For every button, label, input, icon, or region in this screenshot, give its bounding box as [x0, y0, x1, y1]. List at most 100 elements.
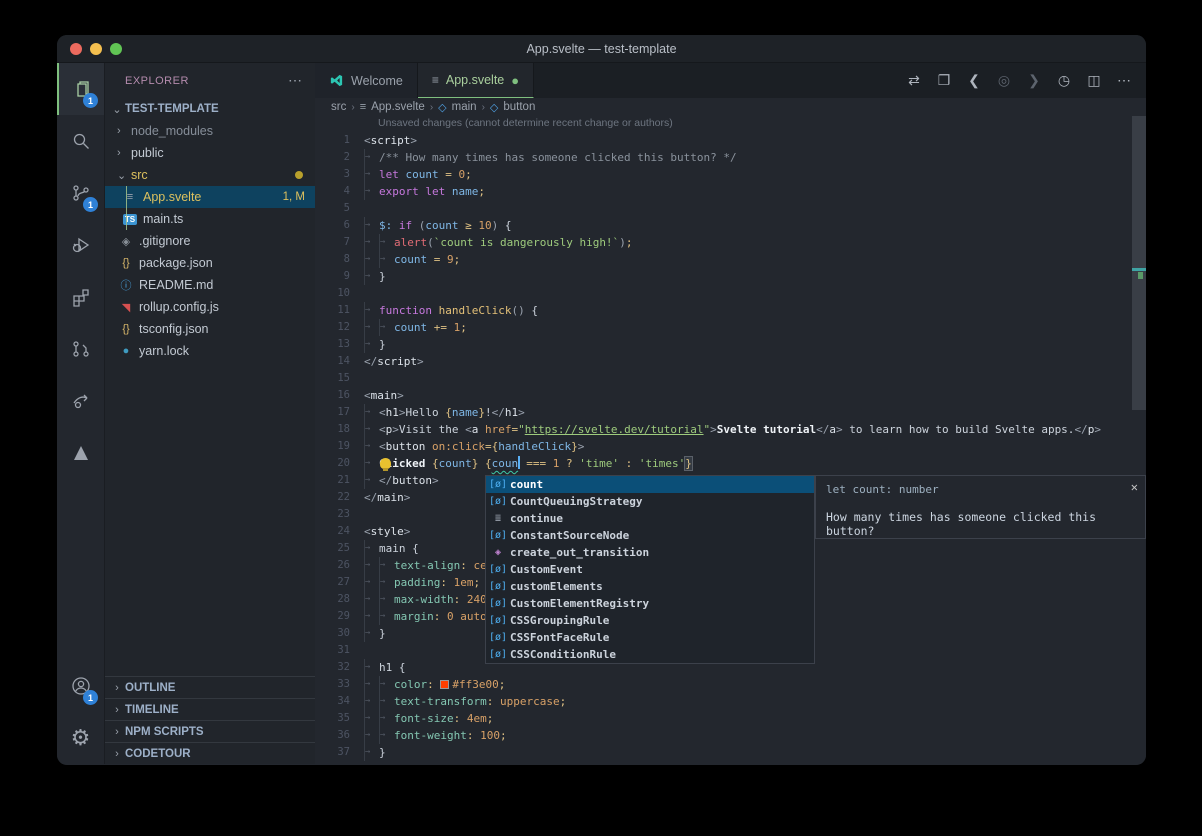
project-section-header[interactable]: ⌄ TEST-TEMPLATE [105, 98, 315, 120]
file-item-public[interactable]: ›public [105, 142, 315, 164]
suggest-item-continue[interactable]: ≣continue [486, 510, 814, 527]
code-line-36[interactable]: 36→→font-weight: 100; [315, 727, 1132, 744]
breadcrumb-item-main[interactable]: main [452, 101, 477, 113]
current-position-icon[interactable]: ◎ [994, 72, 1014, 89]
file-item-main-ts[interactable]: TSmain.ts [105, 208, 315, 230]
file-label: yarn.lock [139, 344, 189, 358]
suggest-item-create_out_transition[interactable]: ◈create_out_transition [486, 544, 814, 561]
close-window-button[interactable] [70, 43, 82, 55]
code-line-9[interactable]: 9→} [315, 268, 1132, 285]
code-line-16[interactable]: 16<main> [315, 387, 1132, 404]
suggest-item-cssconditionrule[interactable]: [ø]CSSConditionRule [486, 646, 814, 663]
code-line-19[interactable]: 19→<button on:click={handleClick}> [315, 438, 1132, 455]
close-icon[interactable]: ✕ [1131, 480, 1138, 494]
breadcrumb[interactable]: src›≡App.svelte›◇main›◇button [315, 98, 1146, 116]
suggest-item-count[interactable]: [ø]count [486, 476, 814, 493]
code-line-34[interactable]: 34→→text-transform: uppercase; [315, 693, 1132, 710]
line-number: 25 [315, 540, 364, 557]
navigate-forward-icon[interactable]: ❯ [1024, 72, 1044, 89]
codelens-message[interactable]: Unsaved changes (cannot determine recent… [378, 117, 673, 129]
section-outline[interactable]: ›OUTLINE [105, 676, 315, 698]
code-editor[interactable]: Unsaved changes (cannot determine recent… [315, 116, 1146, 764]
file-item-yarn-lock[interactable]: ●yarn.lock [105, 340, 315, 362]
variable-icon: [ø] [486, 561, 510, 578]
activity-explorer-icon[interactable]: 1 [57, 63, 104, 115]
explorer-actions-icon[interactable]: ⋯ [288, 72, 303, 89]
line-content: <main> [364, 387, 1132, 404]
line-content: <script> [364, 132, 1132, 149]
code-line-18[interactable]: 18→<p>Visit the <a href="https://svelte.… [315, 421, 1132, 438]
section-codetour[interactable]: ›CODETOUR [105, 742, 315, 764]
badge: 1 [83, 197, 98, 212]
code-line-33[interactable]: 33→→color: #ff3e00; [315, 676, 1132, 693]
code-line-20[interactable]: 20→Clicked {count} {coun === 1 ? 'time' … [315, 455, 1132, 472]
line-number: 4 [315, 183, 364, 200]
code-line-2[interactable]: 2→/** How many times has someone clicked… [315, 149, 1132, 166]
file-item--gitignore[interactable]: ◈.gitignore [105, 230, 315, 252]
code-line-10[interactable]: 10 [315, 285, 1132, 302]
navigate-back-icon[interactable]: ❮ [964, 72, 984, 89]
suggest-item-cssfontfacerule[interactable]: [ø]CSSFontFaceRule [486, 629, 814, 646]
file-item-tsconfig-json[interactable]: {}tsconfig.json [105, 318, 315, 340]
activity-github-pr-icon[interactable] [57, 323, 104, 375]
cube-icon: ◇ [438, 101, 446, 114]
run-timer-icon[interactable]: ◷ [1054, 72, 1074, 89]
code-line-6[interactable]: 6→$: if (count ≥ 10) { [315, 217, 1132, 234]
code-line-15[interactable]: 15 [315, 370, 1132, 387]
overview-ruler-change-mark [1138, 272, 1143, 279]
activity-azure-icon[interactable] [57, 427, 104, 479]
split-editor-icon[interactable]: ◫ [1084, 72, 1104, 89]
file-item-readme-md[interactable]: ⓘREADME.md [105, 274, 315, 296]
activity-live-share-icon[interactable] [57, 375, 104, 427]
file-item-app-svelte[interactable]: ≡App.svelte1, M [105, 186, 315, 208]
code-line-5[interactable]: 5 [315, 200, 1132, 217]
breadcrumb-item-app-svelte[interactable]: App.svelte [371, 101, 425, 113]
activity-settings-gear-icon[interactable]: ⚙ [57, 712, 104, 764]
activity-run-debug-icon[interactable] [57, 219, 104, 271]
title-bar[interactable]: App.svelte — test-template [57, 35, 1146, 63]
code-line-35[interactable]: 35→→font-size: 4em; [315, 710, 1132, 727]
suggest-item-customelementregistry[interactable]: [ø]CustomElementRegistry [486, 595, 814, 612]
code-line-14[interactable]: 14</script> [315, 353, 1132, 370]
open-changes-icon[interactable]: ⇄ [904, 72, 924, 89]
suggest-item-customevent[interactable]: [ø]CustomEvent [486, 561, 814, 578]
breadcrumb-item-button[interactable]: button [503, 101, 535, 113]
file-item-node-modules[interactable]: ›node_modules [105, 120, 315, 142]
breadcrumb-item-src[interactable]: src [331, 101, 346, 113]
tab-welcome[interactable]: Welcome [315, 63, 418, 98]
file-label: App.svelte [143, 190, 201, 204]
activity-accounts-icon[interactable]: 1 [57, 660, 104, 712]
variable-icon: [ø] [486, 646, 510, 663]
suggest-item-customelements[interactable]: [ø]customElements [486, 578, 814, 595]
file-item-rollup-config-js[interactable]: ◥rollup.config.js [105, 296, 315, 318]
suggest-item-constantsourcenode[interactable]: [ø]ConstantSourceNode [486, 527, 814, 544]
lightbulb-icon[interactable] [380, 458, 391, 469]
activity-extensions-icon[interactable] [57, 271, 104, 323]
code-line-17[interactable]: 17→<h1>Hello {name}!</h1> [315, 404, 1132, 421]
line-number: 28 [315, 591, 364, 608]
minimize-window-button[interactable] [90, 43, 102, 55]
activity-source-control-icon[interactable]: 1 [57, 167, 104, 219]
editor-scrollbar[interactable] [1132, 116, 1146, 410]
code-line-37[interactable]: 37→} [315, 744, 1132, 761]
open-preview-icon[interactable]: ❐ [934, 72, 954, 89]
section-timeline[interactable]: ›TIMELINE [105, 698, 315, 720]
suggest-item-cssgroupingrule[interactable]: [ø]CSSGroupingRule [486, 612, 814, 629]
suggest-item-countqueuingstrategy[interactable]: [ø]CountQueuingStrategy [486, 493, 814, 510]
code-line-12[interactable]: 12→→count += 1; [315, 319, 1132, 336]
activity-search-icon[interactable] [57, 115, 104, 167]
file-item-src[interactable]: ⌄src [105, 164, 315, 186]
code-line-1[interactable]: 1<script> [315, 132, 1132, 149]
code-line-11[interactable]: 11→function handleClick() { [315, 302, 1132, 319]
code-line-8[interactable]: 8→→count = 9; [315, 251, 1132, 268]
code-line-3[interactable]: 3→let count = 0; [315, 166, 1132, 183]
code-line-4[interactable]: 4→export let name; [315, 183, 1132, 200]
line-content: →export let name; [364, 183, 1132, 200]
tab-app-svelte[interactable]: ≡App.svelte● [418, 63, 534, 98]
file-item-package-json[interactable]: {}package.json [105, 252, 315, 274]
code-line-13[interactable]: 13→} [315, 336, 1132, 353]
more-actions-icon[interactable]: ⋯ [1114, 72, 1134, 89]
code-line-7[interactable]: 7→→alert(`count is dangerously high!`); [315, 234, 1132, 251]
zoom-window-button[interactable] [110, 43, 122, 55]
section-npm-scripts[interactable]: ›NPM SCRIPTS [105, 720, 315, 742]
